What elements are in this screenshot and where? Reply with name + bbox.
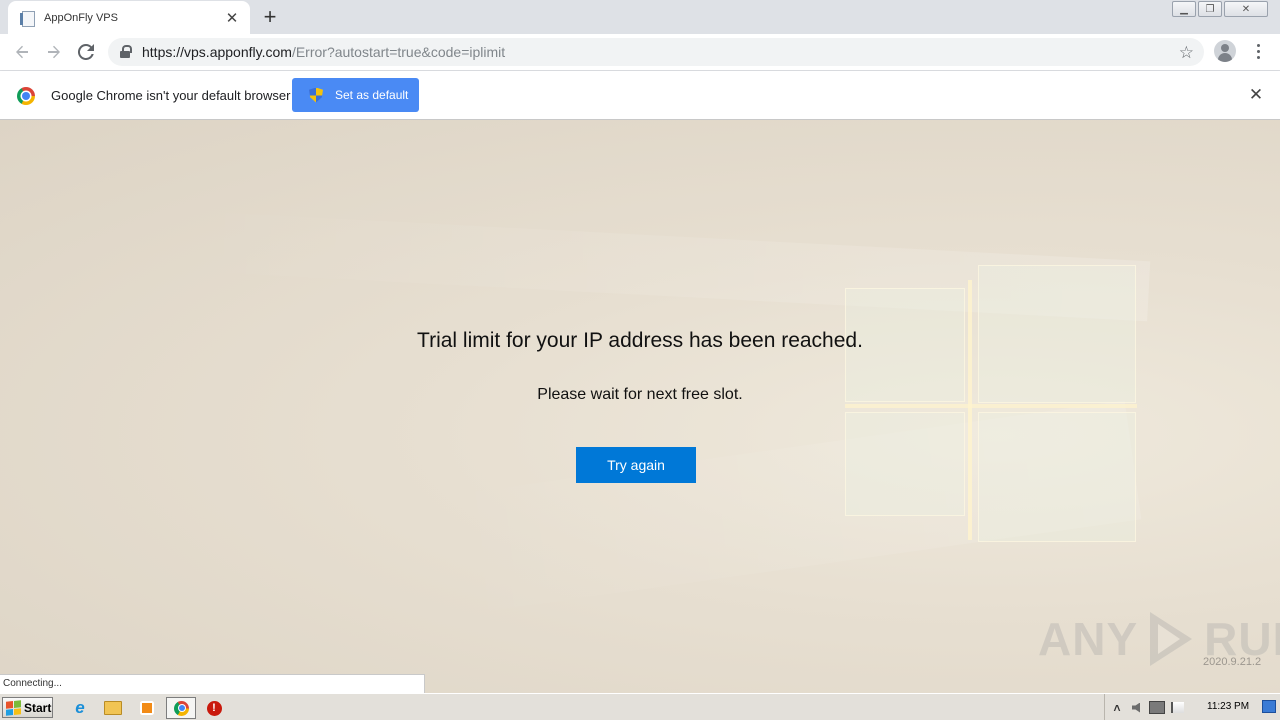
forward-arrow-icon[interactable] <box>40 38 68 66</box>
window-controls: ▁ ❐ ✕ <box>1172 1 1268 17</box>
stop-icon[interactable] <box>203 698 225 718</box>
restore-button[interactable]: ❐ <box>1198 1 1222 17</box>
menu-icon[interactable] <box>1250 41 1266 61</box>
tab-apponfly[interactable]: AppOnFly VPS ✕ <box>8 1 250 34</box>
file-explorer-icon[interactable] <box>102 698 124 718</box>
address-bar[interactable]: https://vps.apponfly.com/Error?autostart… <box>108 38 1204 66</box>
browser-toolbar: https://vps.apponfly.com/Error?autostart… <box>0 34 1280 71</box>
try-again-button[interactable]: Try again <box>576 447 696 483</box>
infobar-close-icon[interactable]: ✕ <box>1248 85 1264 104</box>
tab-close-icon[interactable]: ✕ <box>224 10 240 27</box>
back-arrow-icon[interactable] <box>8 38 36 66</box>
tab-strip: AppOnFly VPS ✕ + ▁ ❐ ✕ <box>0 0 1280 34</box>
profile-icon[interactable] <box>1214 40 1236 62</box>
set-as-default-button[interactable]: Set as default <box>292 78 419 112</box>
new-tab-button[interactable]: + <box>258 4 282 29</box>
url-path: /Error?autostart=true&code=iplimit <box>291 44 506 60</box>
infobar-message: Google Chrome isn't your default browser <box>51 88 291 103</box>
lock-icon[interactable] <box>120 45 132 59</box>
windows-logo-pane <box>845 412 965 516</box>
reload-icon[interactable] <box>72 38 100 66</box>
taskbar: Start ˄ 11:23 PM <box>0 693 1280 720</box>
chrome-icon[interactable] <box>166 697 196 719</box>
error-subtitle: Please wait for next free slot. <box>537 386 743 403</box>
clock[interactable]: 11:23 PM <box>1207 701 1249 712</box>
error-title: Trial limit for your IP address has been… <box>417 329 863 352</box>
play-icon <box>1144 610 1198 668</box>
status-bubble: Connecting... <box>0 674 425 693</box>
show-hidden-icons-icon[interactable]: ˄ <box>1107 699 1127 717</box>
close-window-button[interactable]: ✕ <box>1224 1 1268 17</box>
star-icon[interactable]: ☆ <box>1179 43 1194 63</box>
system-tray: ˄ 11:23 PM <box>1104 694 1280 720</box>
version-label: 2020.9.21.2 <box>1203 656 1262 668</box>
network-icon[interactable] <box>1147 699 1167 717</box>
tab-title: AppOnFly VPS <box>44 11 118 24</box>
minimize-button[interactable]: ▁ <box>1172 1 1196 17</box>
watermark-left-text: ANY <box>1038 613 1139 665</box>
url-text[interactable]: https://vps.apponfly.com/Error?autostart… <box>142 44 505 60</box>
shield-icon <box>309 88 323 103</box>
windows-logo-icon <box>6 699 21 716</box>
windows-logo-frame <box>968 280 972 540</box>
volume-icon[interactable] <box>1127 699 1147 717</box>
start-label: Start <box>24 700 52 715</box>
media-player-icon[interactable] <box>136 698 158 718</box>
page-content: Trial limit for your IP address has been… <box>0 120 1280 693</box>
page-favicon-icon <box>20 10 36 27</box>
set-as-default-label: Set as default <box>335 88 409 102</box>
windows-logo-pane <box>978 412 1136 542</box>
default-browser-infobar: Google Chrome isn't your default browser… <box>0 71 1280 120</box>
chrome-logo-icon <box>17 87 35 105</box>
start-button[interactable]: Start <box>2 697 53 718</box>
internet-explorer-icon[interactable] <box>69 698 91 718</box>
action-center-flag-icon[interactable] <box>1167 699 1187 717</box>
url-host: https://vps.apponfly.com <box>142 44 292 60</box>
show-desktop-icon[interactable] <box>1262 700 1276 713</box>
windows-logo-frame <box>845 404 1137 408</box>
